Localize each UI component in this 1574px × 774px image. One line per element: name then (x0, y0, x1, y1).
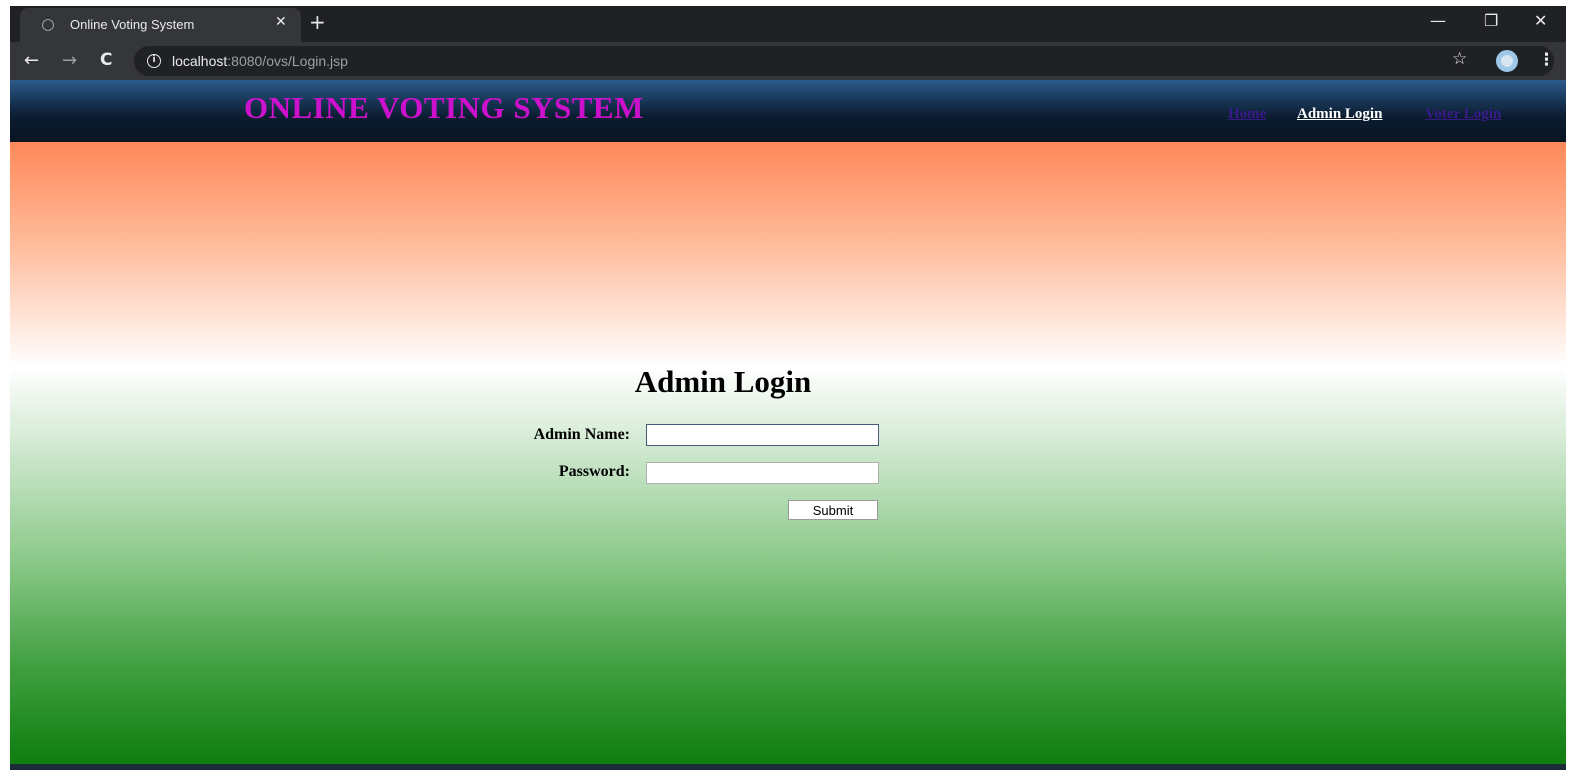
tab-close-icon[interactable]: ✕ (275, 14, 287, 30)
bookmark-star-icon[interactable]: ☆ (1452, 49, 1467, 69)
profile-avatar[interactable] (1496, 50, 1518, 72)
form-heading: Admin Login (634, 364, 812, 399)
info-icon[interactable]: i (147, 54, 161, 68)
nav-voter-login-link[interactable]: Voter Login (1425, 106, 1501, 123)
admin-name-input[interactable] (646, 424, 879, 446)
admin-name-label: Admin Name: (533, 426, 630, 443)
address-bar[interactable]: i localhost:8080/ovs/Login.jsp ☆ (134, 46, 1554, 76)
url-host: localhost (172, 53, 228, 69)
nav-admin-login-link[interactable]: Admin Login (1297, 106, 1382, 123)
browser-tab[interactable]: Online Voting System ✕ (20, 8, 301, 42)
browser-toolbar: ← → C i localhost:8080/ovs/Login.jsp ☆ ⋮ (10, 42, 1566, 80)
restore-icon[interactable]: ❐ (1484, 11, 1498, 30)
password-input[interactable] (646, 462, 879, 484)
site-title: ONLINE VOTING SYSTEM (244, 90, 644, 125)
tab-strip: Online Voting System ✕ + — ❐ ✕ (10, 6, 1566, 42)
site-header: ONLINE VOTING SYSTEM Home Admin Login Vo… (10, 80, 1566, 142)
reload-icon[interactable]: C (100, 50, 112, 70)
taskbar (10, 764, 1566, 770)
window-close-icon[interactable]: ✕ (1534, 11, 1547, 30)
nav-home-link[interactable]: Home (1228, 106, 1266, 123)
tab-title: Online Voting System (70, 17, 195, 32)
forward-arrow-icon[interactable]: → (62, 50, 77, 71)
url-path: :8080/ovs/Login.jsp (227, 53, 348, 69)
kebab-menu-icon[interactable]: ⋮ (1538, 50, 1555, 70)
password-label: Password: (558, 463, 630, 480)
minimize-icon[interactable]: — (1430, 11, 1446, 30)
back-arrow-icon[interactable]: ← (24, 50, 39, 71)
new-tab-button[interactable]: + (309, 10, 326, 34)
page-viewport: ONLINE VOTING SYSTEM Home Admin Login Vo… (10, 80, 1566, 764)
submit-button[interactable]: Submit (788, 500, 878, 520)
globe-icon (42, 19, 54, 31)
url-text: localhost:8080/ovs/Login.jsp (172, 53, 348, 69)
browser-window: Online Voting System ✕ + — ❐ ✕ ← → C i l… (10, 6, 1566, 770)
